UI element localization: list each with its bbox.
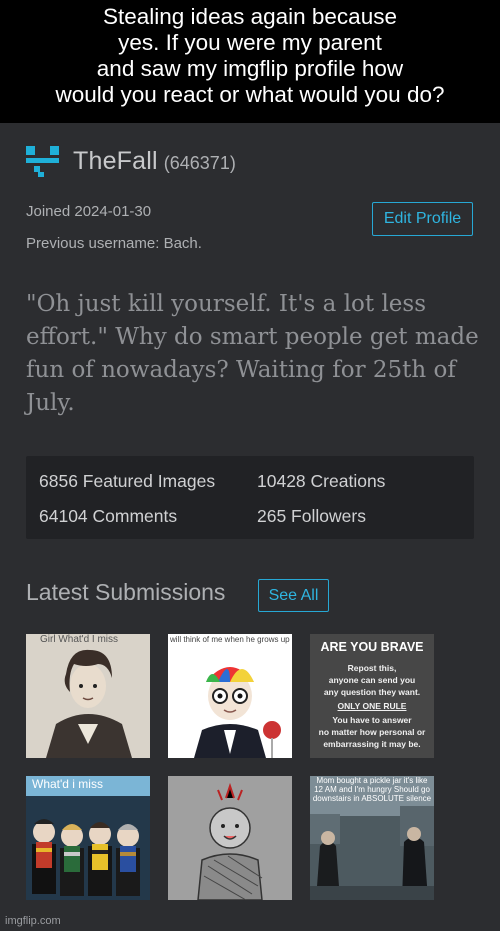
thumbnail-line: You have to answer (332, 715, 412, 725)
submission-thumbnail[interactable]: Mom bought a pickle jar it's like 12 AM … (310, 776, 434, 900)
stats-panel: 6856 Featured Images 10428 Creations 641… (26, 456, 474, 539)
user-id: (646371) (163, 152, 236, 173)
creations-stat[interactable]: 10428 Creations (257, 471, 385, 492)
submission-thumbnail[interactable]: ARE YOU BRAVE Repost this, anyone can se… (310, 634, 434, 758)
followers-stat[interactable]: 265 Followers (257, 506, 366, 527)
thumbnail-line: Repost this, (347, 663, 397, 673)
submission-thumbnail[interactable]: Girl What'd I miss (26, 634, 150, 758)
thumbnail-caption: Girl What'd I miss (40, 634, 119, 645)
thumbnail-body-text: Repost this, anyone can send you any que… (310, 662, 434, 750)
meme-caption: Stealing ideas again because yes. If you… (0, 0, 500, 123)
caption-line: and saw my imgflip profile how (96, 56, 404, 81)
caption-line: would you react or what would you do? (55, 82, 445, 107)
caption-line: yes. If you were my parent (118, 30, 382, 55)
featured-images-stat[interactable]: 6856 Featured Images (39, 471, 215, 492)
comments-stat[interactable]: 64104 Comments (39, 506, 177, 527)
previous-username: Previous username: Bach. (26, 235, 202, 252)
thumbnail-caption: What'd i miss (32, 777, 103, 791)
thumbnail-caption: will think of me when he grows up (170, 635, 290, 644)
thumbnail-caption: ARE YOU BRAVE (320, 640, 424, 654)
profile-bio: "Oh just kill yourself. It's a lot less … (26, 291, 479, 416)
thumbnail-caption: Mom bought a pickle jar it's like 12 AM … (312, 776, 432, 803)
imgflip-watermark: imgflip.com (5, 915, 61, 927)
thumbnail-line: any question they want. (323, 687, 421, 697)
sketch-character-image (168, 776, 292, 900)
curly-haired-man-image (26, 634, 150, 758)
joined-date: Joined 2024-01-30 (26, 203, 152, 220)
group-with-scarves-image (26, 776, 150, 900)
propeller-hat-boy-image (168, 634, 292, 758)
submission-thumbnail[interactable]: will think of me when he grows up (168, 634, 292, 758)
see-all-button[interactable]: See All (258, 579, 329, 612)
latest-submissions-title: Latest Submissions (26, 579, 226, 605)
submission-thumbnail[interactable] (168, 776, 292, 900)
username: TheFall (73, 146, 158, 175)
edit-profile-button[interactable]: Edit Profile (372, 202, 473, 236)
submission-thumbnail[interactable]: What'd i miss (26, 776, 150, 900)
imgflip-logo-icon[interactable] (25, 143, 61, 179)
profile-header: TheFall (646371) (25, 141, 236, 181)
thumbnail-line: embarrassing it may be. (323, 739, 421, 749)
caption-line: Stealing ideas again because (103, 4, 397, 29)
thumbnail-line: no matter how personal or (318, 727, 426, 737)
thumbnail-line: ONLY ONE RULE (337, 701, 407, 711)
thumbnail-line: anyone can send you (328, 675, 416, 685)
